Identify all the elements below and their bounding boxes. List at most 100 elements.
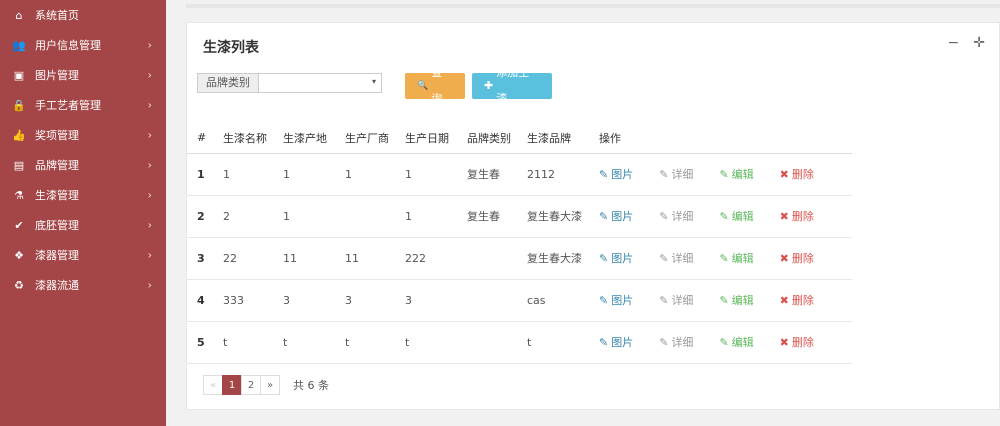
column-header: 品牌类别 — [457, 123, 517, 154]
main-content: 生漆列表 − ✛ 品牌类别 ▾ 🔍 查询 ✚ 添加生漆 # 生漆名称 生漆产地 生产厂… — [166, 0, 1000, 426]
cell-name: 2 — [213, 195, 273, 238]
query-button[interactable]: 🔍 查询 — [405, 66, 465, 105]
next-page-button[interactable]: » — [260, 375, 280, 395]
move-icon[interactable]: ✛ — [973, 35, 985, 51]
cell-origin: 3 — [273, 279, 335, 322]
brand-category-select[interactable]: ▾ — [258, 73, 382, 93]
edit-button[interactable]: ✎ 编辑 — [719, 334, 753, 350]
lacquer-table: # 生漆名称 生漆产地 生产厂商 生产日期 品牌类别 生漆品牌 操作 1 1 1 1 1 复生春 2112… — [187, 123, 852, 364]
minimize-icon[interactable]: − — [948, 35, 960, 51]
edit-button[interactable]: ✎ 编辑 — [719, 208, 753, 224]
check-circle-icon: ✔ — [14, 218, 24, 232]
sidebar-item[interactable]: ▤ 品牌管理 › — [0, 150, 166, 180]
close-icon: ✖ — [779, 167, 789, 181]
sidebar-item[interactable]: ⌂ 系统首页 — [0, 0, 166, 30]
delete-button[interactable]: ✖ 删除 — [780, 166, 814, 182]
column-header: 生漆名称 — [213, 123, 273, 154]
edit-icon: ✎ — [659, 209, 669, 223]
flask-icon: ⚗ — [14, 188, 24, 202]
cell-date: t — [395, 321, 457, 364]
sidebar-item-label: 底胚管理 — [35, 219, 79, 232]
sidebar-item[interactable]: ♻ 漆器流通 › — [0, 270, 166, 300]
edit-label: 编辑 — [731, 336, 754, 349]
sidebar-item[interactable]: 👥 用户信息管理 › — [0, 30, 166, 60]
picture-label: 图片 — [611, 294, 634, 307]
edit-button[interactable]: ✎ 编辑 — [719, 292, 753, 308]
cell-maker: 11 — [335, 237, 395, 280]
edit-button[interactable]: ✎ 编辑 — [719, 166, 753, 182]
add-lacquer-button[interactable]: ✚ 添加生漆 — [472, 66, 552, 105]
cell-brand: 复生春大漆 — [517, 195, 589, 238]
edit-icon: ✎ — [659, 335, 669, 349]
delete-button[interactable]: ✖ 删除 — [780, 250, 814, 266]
column-header: 生产日期 — [395, 123, 457, 154]
edit-icon: ✎ — [719, 293, 729, 307]
query-button-label: 查询 — [431, 66, 443, 105]
edit-label: 编辑 — [731, 252, 754, 265]
sidebar-item[interactable]: ▣ 图片管理 › — [0, 60, 166, 90]
cell-brand: cas — [517, 279, 589, 322]
table-row: 4 333 3 3 3 cas ✎ 图片 ✎ 详细 ✎ 编辑 ✖ 删除 — [187, 279, 852, 322]
picture-button[interactable]: ✎ 图片 — [599, 166, 633, 182]
lock-icon: 🔒 — [12, 98, 26, 112]
delete-label: 删除 — [791, 210, 814, 223]
cell-category: 复生春 — [457, 153, 517, 196]
search-icon: 🔍 — [417, 81, 429, 91]
cell-name: 22 — [213, 237, 273, 280]
close-icon: ✖ — [779, 293, 789, 307]
cell-date: 1 — [395, 153, 457, 196]
edit-icon: ✎ — [659, 293, 669, 307]
column-header: # — [187, 123, 213, 154]
detail-button[interactable]: ✎ 详细 — [659, 208, 693, 224]
delete-button[interactable]: ✖ 删除 — [780, 208, 814, 224]
detail-label: 详细 — [671, 210, 694, 223]
edit-icon: ✎ — [599, 293, 609, 307]
detail-button[interactable]: ✎ 详细 — [659, 334, 693, 350]
edit-icon: ✎ — [659, 167, 669, 181]
brand-category-label: 品牌类别 — [197, 73, 258, 93]
cell-maker: 1 — [335, 153, 395, 196]
page-button[interactable]: 1 — [222, 375, 242, 395]
cell-brand: 复生春大漆 — [517, 237, 589, 280]
delete-button[interactable]: ✖ 删除 — [780, 334, 814, 350]
detail-button[interactable]: ✎ 详细 — [659, 166, 693, 182]
top-strip — [186, 4, 1000, 8]
cell-no: 5 — [187, 321, 213, 364]
picture-label: 图片 — [611, 210, 634, 223]
delete-label: 删除 — [791, 252, 814, 265]
detail-label: 详细 — [671, 336, 694, 349]
delete-button[interactable]: ✖ 删除 — [780, 292, 814, 308]
sidebar-item[interactable]: ❖ 漆器管理 › — [0, 240, 166, 270]
total-count: 共 6 条 — [293, 379, 329, 392]
users-icon: 👥 — [12, 38, 26, 52]
cell-actions: ✎ 图片 ✎ 详细 ✎ 编辑 ✖ 删除 — [589, 237, 852, 280]
sidebar-item[interactable]: ⚗ 生漆管理 › — [0, 180, 166, 210]
picture-button[interactable]: ✎ 图片 — [599, 250, 633, 266]
cell-actions: ✎ 图片 ✎ 详细 ✎ 编辑 ✖ 删除 — [589, 279, 852, 322]
sidebar: ⌂ 系统首页 👥 用户信息管理 › ▣ 图片管理 › 🔒 手工艺者管理 › 👍 奖项管理 › ▤ 品牌管理 › ⚗… — [0, 0, 166, 426]
detail-label: 详细 — [671, 294, 694, 307]
column-header: 生产厂商 — [335, 123, 395, 154]
edit-icon: ✎ — [599, 335, 609, 349]
edit-button[interactable]: ✎ 编辑 — [719, 250, 753, 266]
sidebar-item[interactable]: 👍 奖项管理 › — [0, 120, 166, 150]
chevron-right-icon: › — [147, 68, 152, 82]
cell-date: 222 — [395, 237, 457, 280]
picture-button[interactable]: ✎ 图片 — [599, 334, 633, 350]
cell-maker: t — [335, 321, 395, 364]
detail-button[interactable]: ✎ 详细 — [659, 250, 693, 266]
page-button[interactable]: 2 — [241, 375, 261, 395]
sidebar-item[interactable]: 🔒 手工艺者管理 › — [0, 90, 166, 120]
sidebar-item[interactable]: ✔ 底胚管理 › — [0, 210, 166, 240]
picture-label: 图片 — [611, 252, 634, 265]
cell-brand: 2112 — [517, 153, 589, 196]
prev-page-button[interactable]: « — [203, 375, 223, 395]
delete-label: 删除 — [791, 168, 814, 181]
page-title: 生漆列表 — [203, 40, 259, 56]
detail-button[interactable]: ✎ 详细 — [659, 292, 693, 308]
picture-button[interactable]: ✎ 图片 — [599, 292, 633, 308]
sidebar-item-label: 生漆管理 — [35, 189, 79, 202]
cell-date: 1 — [395, 195, 457, 238]
edit-icon: ✎ — [719, 335, 729, 349]
picture-button[interactable]: ✎ 图片 — [599, 208, 633, 224]
